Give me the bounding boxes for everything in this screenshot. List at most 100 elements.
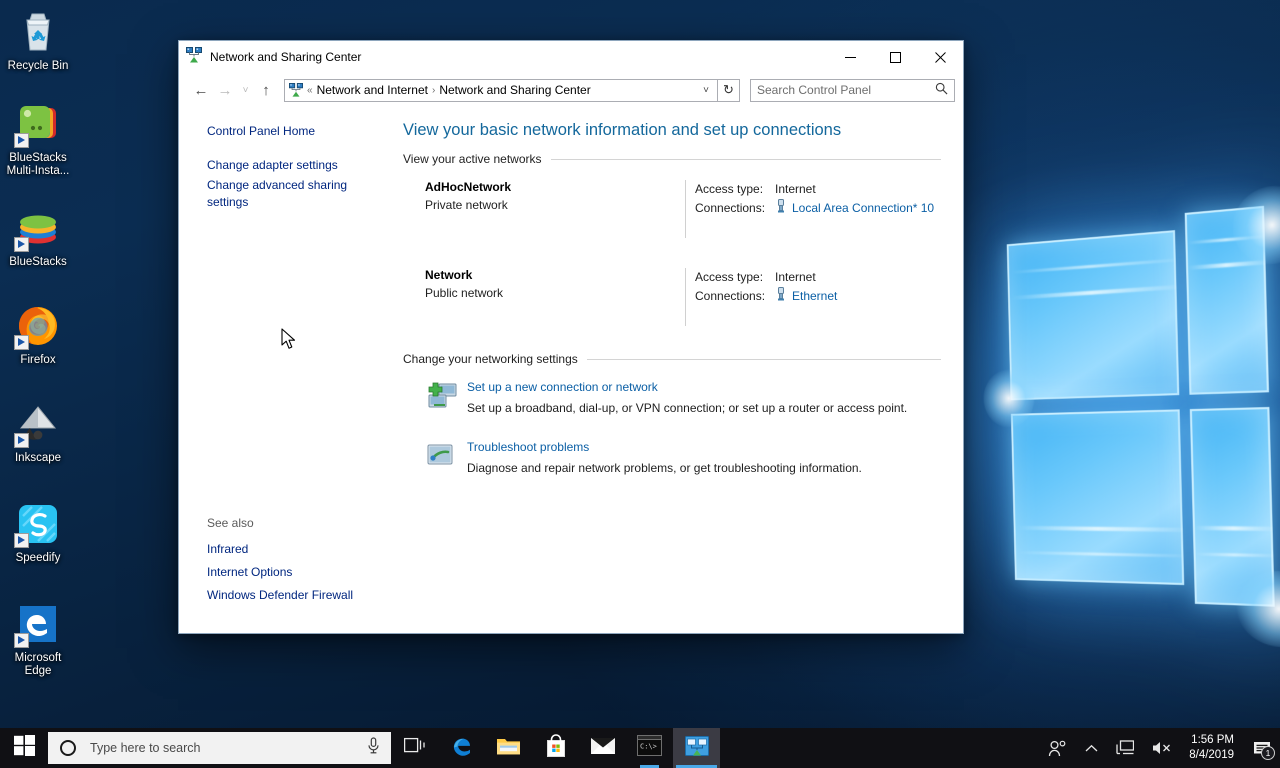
section-divider xyxy=(586,358,941,360)
desktop-icon-label: Firefox xyxy=(20,354,56,366)
desktop-icon-bluestacks[interactable]: BlueStacks xyxy=(0,204,76,269)
task-view-icon xyxy=(403,736,426,761)
address-bar[interactable]: « Network and Internet › Network and Sha… xyxy=(284,78,718,102)
taskbar-button-edge[interactable] xyxy=(438,728,485,768)
access-type-row: Access type: Internet xyxy=(695,268,941,287)
network-name: Network xyxy=(425,268,473,282)
see-also-item-windows-defender-firewall[interactable]: Windows Defender Firewall xyxy=(207,584,353,607)
content-pane: View your basic network information and … xyxy=(397,107,963,633)
speedify-icon xyxy=(14,500,62,548)
desktop-icon-microsoft-edge[interactable]: Microsoft Edge xyxy=(0,600,76,678)
breadcrumb-network-and-internet[interactable]: Network and Internet xyxy=(314,83,431,97)
new-connection-icon xyxy=(425,380,458,412)
taskbar-button-task-view[interactable] xyxy=(391,728,438,768)
taskbar-button-file-explorer[interactable] xyxy=(485,728,532,768)
notification-icon[interactable]: 1 xyxy=(1246,728,1278,768)
close-button[interactable] xyxy=(918,41,963,73)
connections-row: Connections: Local Area Connection* 10 xyxy=(695,199,941,218)
taskbar-button-command-prompt[interactable]: C:\> xyxy=(626,728,673,768)
search-placeholder: Type here to search xyxy=(90,741,201,755)
connection-link-local-area-connection[interactable]: Local Area Connection* 10 xyxy=(792,199,934,218)
sidebar-item-control-panel-home[interactable]: Control Panel Home xyxy=(207,123,315,140)
maximize-button[interactable] xyxy=(873,41,918,73)
shortcut-overlay-icon xyxy=(14,533,29,548)
network-row: Network Public network Access type: Inte… xyxy=(403,260,941,326)
microsoft-edge-icon xyxy=(449,733,475,764)
link-troubleshoot-problems[interactable]: Troubleshoot problems xyxy=(467,438,862,456)
task-description: Set up a broadband, dial-up, or VPN conn… xyxy=(467,401,908,415)
inkscape-icon xyxy=(14,400,62,448)
search-control-panel-input[interactable]: Search Control Panel xyxy=(750,78,955,102)
chevron-up-icon[interactable] xyxy=(1076,728,1107,768)
networking-settings-header: Change your networking settings xyxy=(403,352,941,366)
see-also-header: See also xyxy=(207,516,254,530)
network-sharing-center-icon xyxy=(289,83,303,97)
access-type-label: Access type: xyxy=(695,270,764,284)
breadcrumb-network-and-sharing-center[interactable]: Network and Sharing Center xyxy=(436,83,593,97)
access-type-value: Internet xyxy=(775,270,816,284)
connection-link-ethernet[interactable]: Ethernet xyxy=(792,287,837,306)
network-sharing-center-icon xyxy=(186,46,202,68)
back-button[interactable]: ← xyxy=(189,78,213,102)
recycle-bin-icon xyxy=(14,8,62,56)
network-name: AdHocNetwork xyxy=(425,180,512,194)
search-input[interactable]: Type here to search xyxy=(48,732,391,764)
desktop-icon-label: BlueStacks Multi-Insta... xyxy=(6,152,70,177)
network-row: AdHocNetwork Private network Access type… xyxy=(403,172,941,238)
desktop-icon-firefox[interactable]: Firefox xyxy=(0,302,76,367)
clock[interactable]: 1:56 PM 8/4/2019 xyxy=(1181,728,1246,768)
desktop-icon-recycle-bin[interactable]: Recycle Bin xyxy=(0,8,76,73)
network-type: Private network xyxy=(425,198,508,212)
see-also-item-infrared[interactable]: Infrared xyxy=(207,538,248,561)
desktop-icon-inkscape[interactable]: Inkscape xyxy=(0,400,76,465)
desktop-icon-label: Speedify xyxy=(15,552,61,564)
connections-row: Connections: Ethernet xyxy=(695,287,941,306)
see-also-section: See also Infrared Internet Options Windo… xyxy=(207,516,385,623)
mail-icon xyxy=(590,736,616,761)
taskbar-button-microsoft-store[interactable] xyxy=(532,728,579,768)
microsoft-edge-icon xyxy=(14,600,62,648)
connections-label: Connections: xyxy=(695,289,766,303)
taskbar-button-mail[interactable] xyxy=(579,728,626,768)
up-button[interactable]: ↑ xyxy=(254,78,278,102)
see-also-item-internet-options[interactable]: Internet Options xyxy=(207,561,292,584)
breadcrumb-overflow[interactable]: « xyxy=(306,85,314,96)
window-titlebar[interactable]: Network and Sharing Center xyxy=(179,41,963,73)
chevron-down-icon[interactable]: ˅ xyxy=(697,85,715,96)
troubleshoot-icon xyxy=(425,440,458,472)
people-icon[interactable] xyxy=(1039,728,1076,768)
desktop-icon-label: BlueStacks xyxy=(9,256,67,268)
taskbar: Type here to search C:\> 1:56 PM 8/4/201… xyxy=(0,728,1280,768)
desktop-icon-bluestacks-multi-instance[interactable]: BlueStacks Multi-Insta... xyxy=(0,100,76,178)
desktop-icon-label: Recycle Bin xyxy=(7,60,69,72)
access-type-value: Internet xyxy=(775,182,816,196)
desktop-icon-speedify[interactable]: Speedify xyxy=(0,500,76,565)
bluestacks-icon xyxy=(14,204,62,252)
window-body: Control Panel Home Change adapter settin… xyxy=(179,107,963,633)
recent-locations-button[interactable]: ˅ xyxy=(237,78,254,102)
network-sharing-center-window: Network and Sharing Center ← → ˅ ↑ « Net… xyxy=(178,40,964,634)
shortcut-overlay-icon xyxy=(14,133,29,148)
minimize-button[interactable] xyxy=(828,41,873,73)
sidebar-item-change-advanced-sharing-settings[interactable]: Change advanced sharing settings xyxy=(207,177,377,211)
network-details: Access type: Internet Connections: xyxy=(685,180,941,238)
sidebar-item-change-adapter-settings[interactable]: Change adapter settings xyxy=(207,157,338,174)
access-type-label: Access type: xyxy=(695,182,764,196)
network-identity: Network Public network xyxy=(403,268,685,326)
microphone-icon[interactable] xyxy=(366,737,381,759)
search-icon[interactable] xyxy=(935,82,948,98)
window-controls xyxy=(828,41,963,73)
taskbar-button-network-sharing-center[interactable] xyxy=(673,728,720,768)
page-title: View your basic network information and … xyxy=(403,121,842,139)
shortcut-overlay-icon xyxy=(14,237,29,252)
desktop-icon-label: Inkscape xyxy=(14,452,62,464)
volume-muted-icon[interactable] xyxy=(1143,728,1181,768)
active-networks-header: View your active networks xyxy=(403,152,941,166)
refresh-icon[interactable]: ↻ xyxy=(718,78,740,102)
forward-button[interactable]: → xyxy=(213,78,237,102)
link-set-up-new-connection[interactable]: Set up a new connection or network xyxy=(467,378,907,396)
shortcut-overlay-icon xyxy=(14,633,29,648)
network-monitor-icon[interactable] xyxy=(1107,728,1143,768)
windows-start-icon xyxy=(13,735,35,761)
start-button[interactable] xyxy=(0,728,48,768)
